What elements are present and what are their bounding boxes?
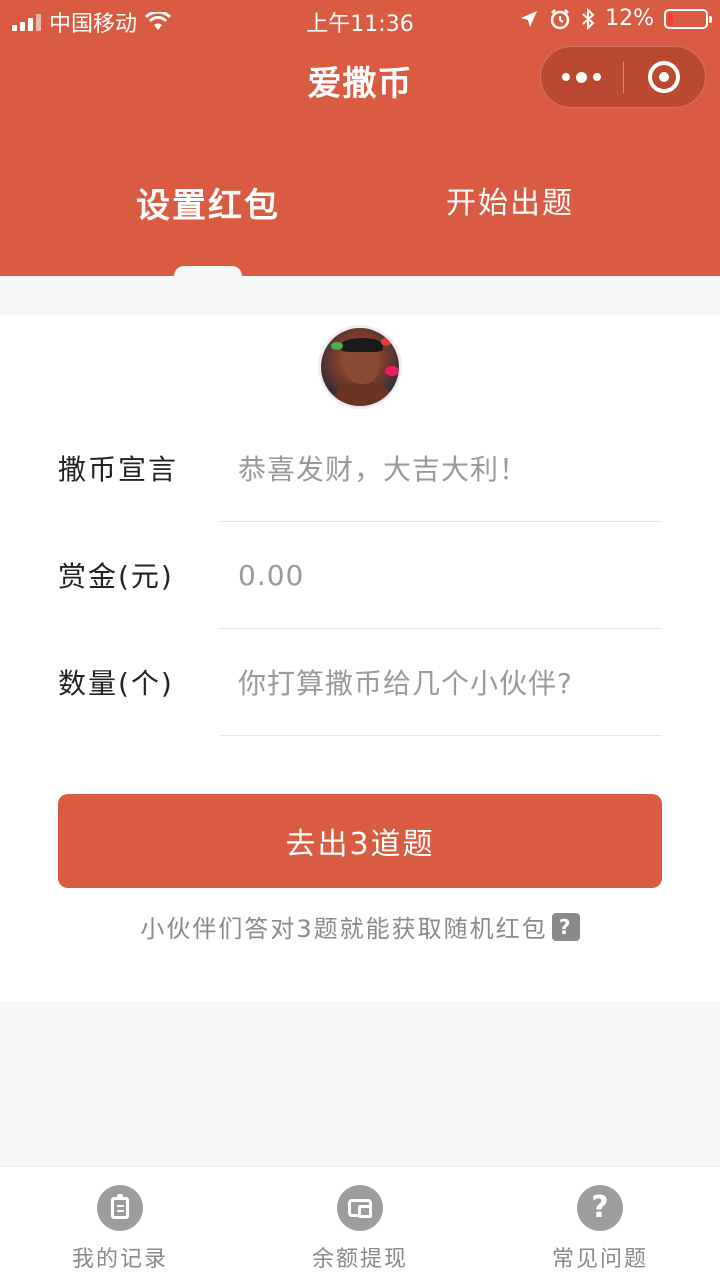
more-menu-button[interactable] [541,46,623,108]
tabbar-item-faq[interactable]: ? 常见问题 [480,1167,720,1280]
header: 中国移动 上午11:36 12% 爱撒币 设置红包 开始出题 [0,0,720,276]
wallet-icon [337,1185,383,1231]
battery-icon [664,8,712,29]
avatar [318,325,402,409]
tabbar-item-records[interactable]: 我的记录 [0,1167,240,1280]
tabbar-label-withdraw: 余额提现 [311,1247,408,1272]
close-miniprogram-button[interactable] [624,46,706,108]
bottom-tabbar: 我的记录 余额提现 ? 常见问题 [0,1166,720,1280]
question-icon: ? [577,1185,623,1231]
bluetooth-icon [582,7,595,30]
amount-label: 赏金(元) [58,560,174,593]
declaration-row: 撒币宣言 恭喜发财，大吉大利！ [0,415,720,522]
tabbar-label-records: 我的记录 [71,1247,168,1272]
status-bar: 中国移动 上午11:36 12% [0,0,720,40]
tabbar-item-withdraw[interactable]: 余额提现 [240,1167,480,1280]
submit-button[interactable]: 去出3道题 [58,794,662,888]
tab-set-red-packet[interactable]: 设置红包 [58,178,358,228]
amount-row: 赏金(元) 0.00 [0,522,720,629]
tabbar-label-faq: 常见问题 [551,1247,648,1272]
form-card: 撒币宣言 恭喜发财，大吉大利！ 赏金(元) 0.00 数量(个) 你打算撒币给几… [0,315,720,1001]
location-icon [521,10,538,27]
declaration-input[interactable]: 恭喜发财，大吉大利！ [220,415,662,522]
tab-start-questions[interactable]: 开始出题 [360,178,660,228]
status-right: 12% [519,6,712,31]
declaration-label: 撒币宣言 [58,453,179,486]
battery-percent: 12% [605,6,654,31]
hint-row: 小伙伴们答对3题就能获取随机红包 ? [0,909,720,944]
quantity-input[interactable]: 你打算撒币给几个小伙伴? [220,629,662,736]
clipboard-icon [97,1185,143,1231]
miniprogram-capsule [540,46,706,108]
hint-text: 小伙伴们答对3题就能获取随机红包 [140,915,548,943]
quantity-label: 数量(个) [58,667,174,700]
target-icon [648,61,681,93]
alarm-icon [550,8,570,29]
quantity-row: 数量(个) 你打算撒币给几个小伙伴? [0,629,720,736]
amount-input[interactable]: 0.00 [220,522,662,629]
help-icon[interactable]: ? [551,912,580,941]
tab-indicator [174,266,242,276]
